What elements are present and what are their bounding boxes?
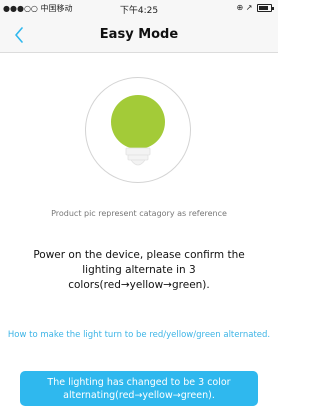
confirm-button[interactable]: The lighting has changed to be 3 color a… (20, 371, 258, 406)
confirm-button-label: The lighting has changed to be 3 color a… (47, 376, 231, 401)
instruction-text: Power on the device, please confirm the … (33, 249, 245, 291)
status-icons: ⊕ ↗ (236, 3, 274, 12)
status-indicator-icons: ⊕ ↗ (236, 3, 253, 12)
light-bulb-icon (111, 95, 165, 166)
nav-bar: Easy Mode (0, 17, 278, 53)
product-caption: Product pic represent catagory as refere… (51, 209, 227, 218)
main-content: Product pic represent catagory as refere… (0, 53, 278, 419)
battery-icon (257, 3, 274, 12)
help-link[interactable]: How to make the light turn to be red/yel… (0, 329, 278, 341)
product-image (85, 77, 191, 183)
page-title: Easy Mode (99, 27, 179, 42)
status-bar: ●●●○○ 中国移动 下午4:25 ⊕ ↗ (0, 0, 278, 17)
